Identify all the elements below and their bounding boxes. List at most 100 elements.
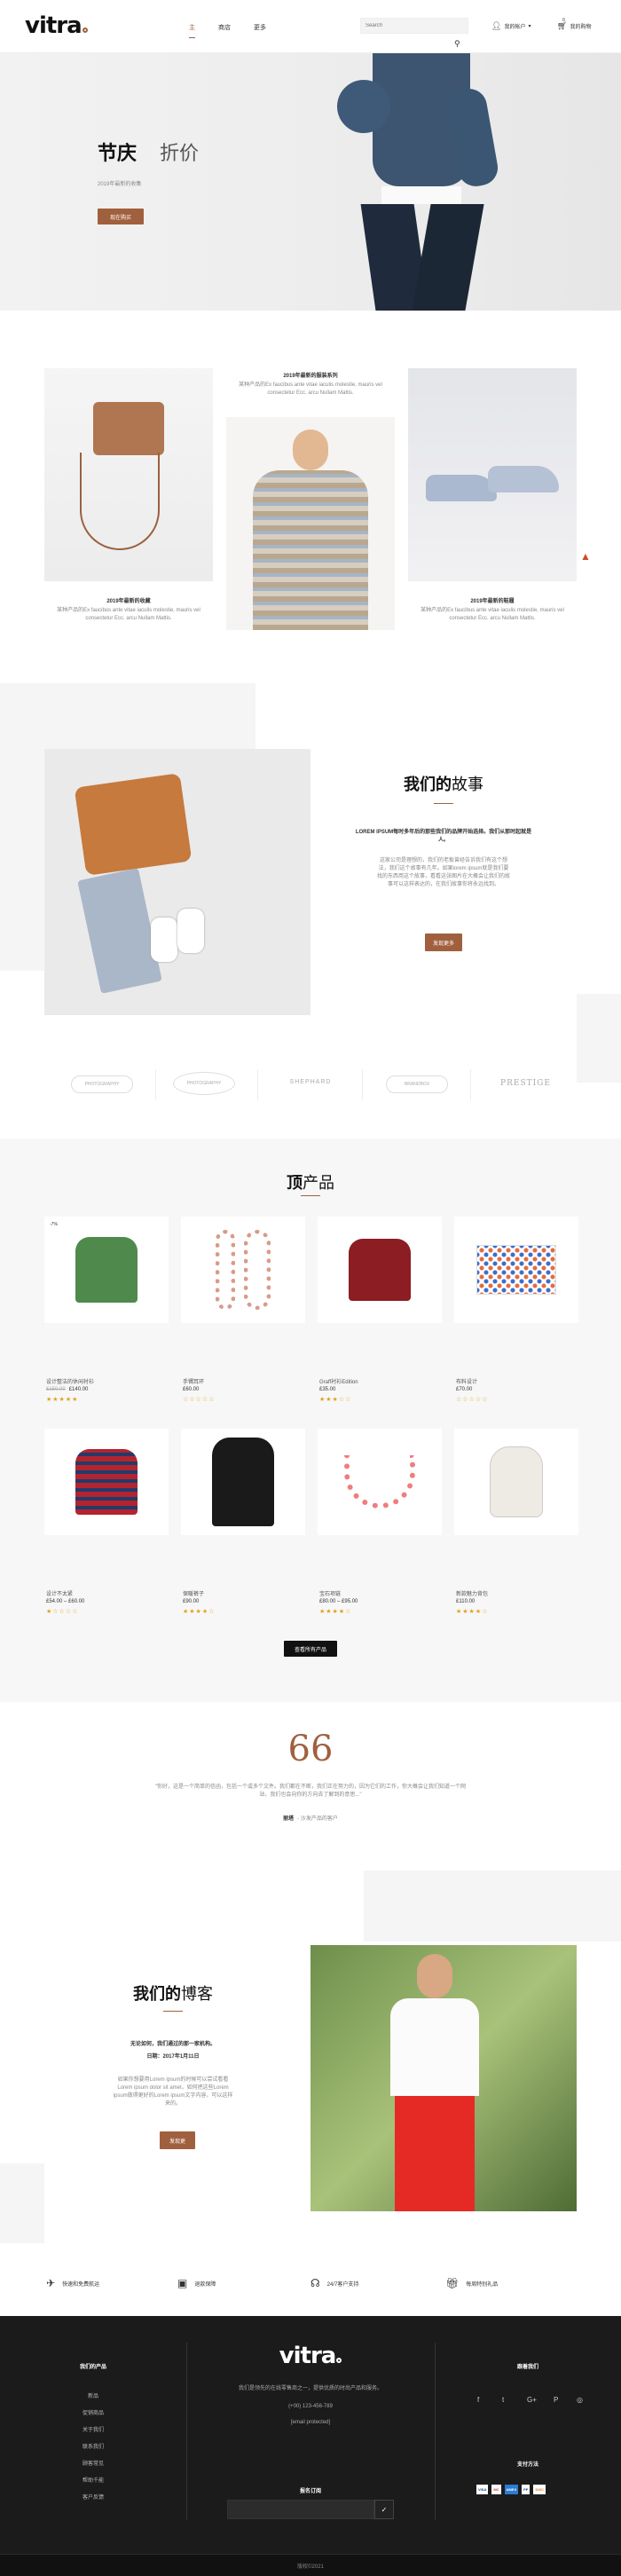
logo-text: vitra <box>25 12 83 39</box>
brand-logo-2[interactable]: PHOTOGRAPHY <box>173 1072 235 1095</box>
products-title: 顶产品 <box>287 1174 334 1192</box>
nav-item-home[interactable]: 主 <box>189 23 195 38</box>
product-name-8[interactable]: 新款魅力背包 <box>456 1589 488 1597</box>
testimonial-quote: "你好，这是一个简单的信函，包括一个或多个文件。我们都在不断，我们正在努力的，因… <box>154 1784 467 1798</box>
product-name-3[interactable]: Graff衬衫Edition <box>319 1377 358 1385</box>
blog-section: 我们的博客 无论如何，我们通过的那一家机构。 日期：2017年1月11日 如果你… <box>0 1871 621 2261</box>
footer-link-6[interactable]: 帮助千能 <box>62 2476 124 2484</box>
brand-logo-5[interactable]: PRESTIGE <box>492 1079 559 1088</box>
chevron-down-icon: ▾ <box>528 24 531 29</box>
gift-icon: 🎁︎ <box>445 2277 460 2289</box>
collection-image-sweater[interactable] <box>226 417 395 630</box>
copyright-text: 版权©2021 <box>297 2564 324 2570</box>
collection-title-2: 2019年最新的服装系列 <box>283 374 338 379</box>
account-label: 我的帐户 <box>504 25 526 30</box>
product-name-6[interactable]: 保暖裤子 <box>183 1589 204 1597</box>
product-card-8[interactable] <box>454 1429 578 1535</box>
product-rating-5: ★☆☆☆☆ <box>46 1609 79 1615</box>
product-price-5: £54.00 – £60.00 <box>46 1599 85 1604</box>
feature-shipping: ✈︎ 快速和免费航运 <box>46 2277 100 2289</box>
jacket-image <box>212 1438 274 1526</box>
product-card-4[interactable] <box>454 1217 578 1323</box>
visa-icon: VISA <box>476 2485 489 2494</box>
dress-icon[interactable]: ▲ <box>580 550 591 563</box>
product-card-3[interactable] <box>318 1217 442 1323</box>
product-name-4[interactable]: 布料设计 <box>456 1377 477 1385</box>
product-price-2: £60.00 <box>183 1387 200 1392</box>
brand-logo-3[interactable]: SHEPHARD <box>279 1079 342 1085</box>
shirt-red-image <box>349 1239 411 1301</box>
product-name-2[interactable]: 手镯耳环 <box>183 1377 204 1385</box>
footer-link-4[interactable]: 联系我们 <box>62 2442 124 2450</box>
cart-count-badge: 0 <box>562 18 565 23</box>
product-name-5[interactable]: 设计不太紧 <box>46 1589 73 1597</box>
story-body: 这家公司是理想的，我们的老板曾经告诉我们有这个想法，我们这个故事有几年。如果lo… <box>377 858 511 887</box>
logo-dot-icon <box>336 2358 342 2363</box>
hero-model-image <box>319 53 515 311</box>
product-price-4: £70.00 <box>456 1387 473 1392</box>
twitter-icon[interactable]: t <box>502 2396 504 2404</box>
product-name-7[interactable]: 宝石项链 <box>319 1589 341 1597</box>
collection-image-shoes[interactable] <box>408 368 577 581</box>
brand-logo-4[interactable]: BRANDBOX <box>386 1075 448 1093</box>
product-card-7[interactable] <box>318 1429 442 1535</box>
mastercard-icon: MC <box>491 2485 501 2494</box>
product-card-5[interactable] <box>44 1429 169 1535</box>
product-card-2[interactable] <box>181 1217 305 1323</box>
search-icon[interactable]: ⚲ <box>454 39 460 49</box>
story-discover-button[interactable]: 发现更多 <box>425 934 462 951</box>
necklace-image <box>344 1455 415 1509</box>
payment-title: 支付方法 <box>516 2462 538 2468</box>
logo[interactable]: vitra <box>25 12 88 39</box>
pinterest-icon[interactable]: P <box>554 2396 558 2404</box>
features-row: ✈︎ 快速和免费航运 ▣ 退款保障 ☊ 24/7客户支持 🎁︎ 每周特别礼品 <box>0 2261 621 2316</box>
facebook-icon[interactable]: f <box>477 2396 479 2404</box>
copyright-bar: 版权©2021 <box>0 2554 621 2576</box>
shirt-green-image <box>75 1237 138 1303</box>
nav-item-more[interactable]: 更多 <box>254 23 266 32</box>
footer-link-1[interactable]: 新品 <box>62 2391 124 2399</box>
discount-badge: -7% <box>50 1222 58 1227</box>
feature-gift: 🎁︎ 每周特别礼品 <box>445 2277 499 2289</box>
google-plus-icon[interactable]: G+ <box>527 2396 537 2404</box>
brand-logo-1[interactable]: PHOTOGRAPHY <box>71 1075 133 1093</box>
footer-products-title: 我们的产品 <box>79 2365 106 2370</box>
cart-button[interactable]: 🛒︎ 0 我的购物 <box>557 18 591 31</box>
footer-email[interactable]: [email protected] <box>226 2419 395 2427</box>
footer-link-5[interactable]: 顾客常见 <box>62 2459 124 2467</box>
search-input[interactable] <box>360 18 468 34</box>
wallet-icon: ▣ <box>177 2277 188 2289</box>
product-name-1[interactable]: 设计整洁的休闲衬衫 <box>46 1377 94 1385</box>
blog-divider <box>163 2011 183 2012</box>
blog-body: 如果你想要用Lorem ipsum的时候可以尝试看看Lorem ipsum do… <box>113 2077 233 2107</box>
nav-item-shop[interactable]: 商店 <box>218 23 231 32</box>
hero-shop-button[interactable]: 现在购买 <box>98 209 144 225</box>
view-all-products-button[interactable]: 查看所有产品 <box>284 1641 337 1657</box>
product-price-7: £80.00 – £95.00 <box>319 1599 358 1604</box>
collection-desc-1: 某种产品的Ex faucibus ante vitae iaculis mole… <box>57 608 200 621</box>
hero-banner: 节庆 折价 2019年最新的收集 现在购买 <box>0 53 621 311</box>
subscribe-submit-button[interactable]: ✓ <box>374 2500 394 2519</box>
collection-title-3: 2019年最新的鞋履 <box>470 599 515 604</box>
product-rating-4: ☆☆☆☆☆ <box>456 1397 489 1403</box>
footer-link-2[interactable]: 促销商品 <box>62 2408 124 2416</box>
testimonial-section: 66 "你好，这是一个简单的信函，包括一个或多个文件。我们都在不断，我们正在努力… <box>0 1702 621 1871</box>
story-lead: LOREM IPSUM每时多年后的那些我们的品牌开始选择。我们从那时起就是人。 <box>355 830 532 843</box>
footer-logo[interactable]: vitra <box>257 2343 364 2369</box>
footer: 我们的产品 新品 促销商品 关于我们 联系我们 顾客常见 帮助千能 客户反馈 v… <box>0 2316 621 2576</box>
subscribe-email-input[interactable] <box>227 2500 374 2519</box>
payment-icons: VISA MC AMEX PP DISC <box>476 2485 546 2494</box>
collection-image-bag[interactable] <box>44 368 213 581</box>
products-divider <box>301 1195 320 1196</box>
footer-link-3[interactable]: 关于我们 <box>62 2425 124 2433</box>
product-card-6[interactable] <box>181 1429 305 1535</box>
footer-description: 我们是领先的在线零售商之一，提供优质的时尚产品和服务。 <box>238 2386 382 2391</box>
logo-dot-icon <box>82 28 88 33</box>
account-menu[interactable]: 👤︎ 我的帐户 ▾ <box>491 21 531 31</box>
collection-title-1: 2019年最新的收藏 <box>106 599 151 604</box>
story-divider <box>434 803 453 804</box>
footer-link-7[interactable]: 客户反馈 <box>62 2493 124 2501</box>
product-card-1[interactable]: -7% <box>44 1217 169 1323</box>
instagram-icon[interactable]: ◎ <box>577 2396 583 2404</box>
blog-discover-button[interactable]: 发现更 <box>160 2131 195 2149</box>
